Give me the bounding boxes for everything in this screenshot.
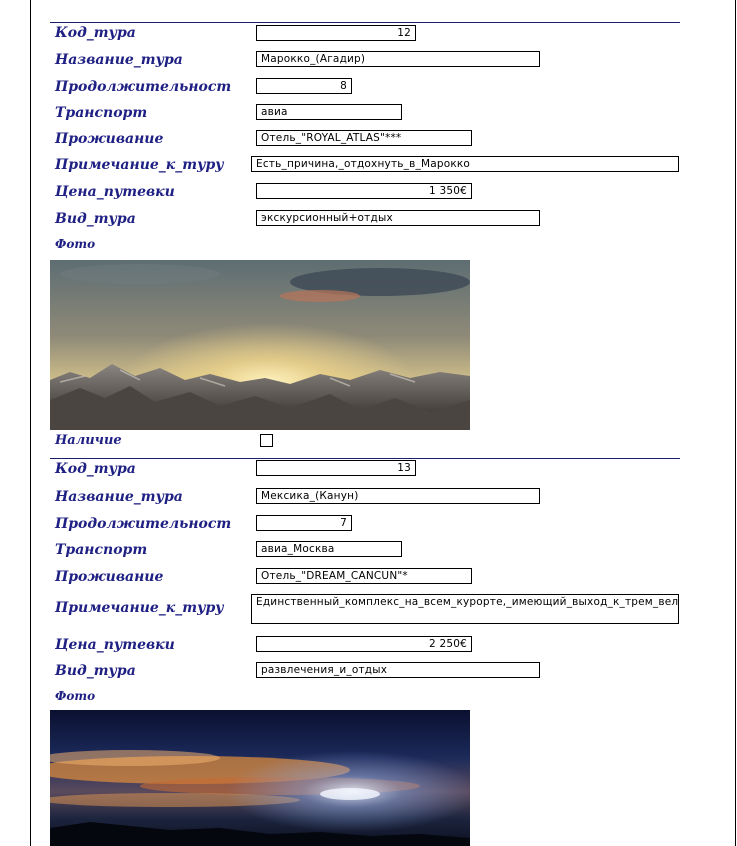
record-separator — [50, 22, 680, 23]
label-primechanie: Примечание_к_туру — [55, 157, 224, 173]
label-vid-tura: Вид_тура — [55, 663, 136, 679]
field-kod-tura: 13 — [256, 460, 416, 476]
label-vid-tura: Вид_тура — [55, 211, 136, 227]
field-cena-putevki: 1 350€ — [256, 183, 472, 199]
label-primechanie: Примечание_к_туру — [55, 600, 224, 616]
label-prodolzhitelnost: Продолжительност — [55, 79, 232, 95]
field-nazvanie-tura: Мексика_(Канун) — [256, 488, 540, 504]
label-kod-tura: Код_тура — [55, 461, 136, 477]
label-foto: Фото — [55, 237, 96, 251]
field-prodolzhitelnost: 7 — [256, 515, 352, 531]
nalichie-checkbox[interactable] — [260, 434, 273, 447]
field-cena-putevki: 2 250€ — [256, 636, 472, 652]
label-prodolzhitelnost: Продолжительност — [55, 516, 232, 532]
label-nalichie: Наличие — [55, 433, 122, 448]
field-prozhivanie: Отель_"ROYAL_ATLAS"*** — [256, 130, 472, 146]
field-vid-tura: развлечения_и_отдых — [256, 662, 540, 678]
field-vid-tura: экскурсионный+отдых — [256, 210, 540, 226]
field-prodolzhitelnost: 8 — [256, 78, 352, 94]
field-prozhivanie: Отель_"DREAM_CANCUN"* — [256, 568, 472, 584]
field-primechanie: Есть_причина,_отдохнуть_в_Марокко — [251, 156, 679, 172]
label-prozhivanie: Проживание — [55, 569, 164, 585]
field-transport: авиа — [256, 104, 402, 120]
label-foto: Фото — [55, 689, 96, 703]
label-nazvanie-tura: Название_тура — [55, 52, 183, 68]
label-cena-putevki: Цена_путевки — [55, 637, 175, 653]
label-nazvanie-tura: Название_тура — [55, 489, 183, 505]
field-kod-tura: 12 — [256, 25, 416, 41]
label-kod-tura: Код_тура — [55, 25, 136, 41]
record-separator — [50, 458, 680, 459]
field-transport: авиа_Москва — [256, 541, 402, 557]
field-nazvanie-tura: Марокко_(Агадир) — [256, 51, 540, 67]
label-transport: Транспорт — [55, 542, 148, 558]
mountain-sunrise-image — [50, 260, 470, 430]
tour-photo — [50, 710, 470, 846]
tour-photo — [50, 260, 470, 430]
label-transport: Транспорт — [55, 105, 148, 121]
label-prozhivanie: Проживание — [55, 131, 164, 147]
night-sky-image — [50, 710, 470, 846]
field-primechanie: Единственный_комплекс_на_всем_курорте,_и… — [251, 594, 679, 624]
label-cena-putevki: Цена_путевки — [55, 184, 175, 200]
